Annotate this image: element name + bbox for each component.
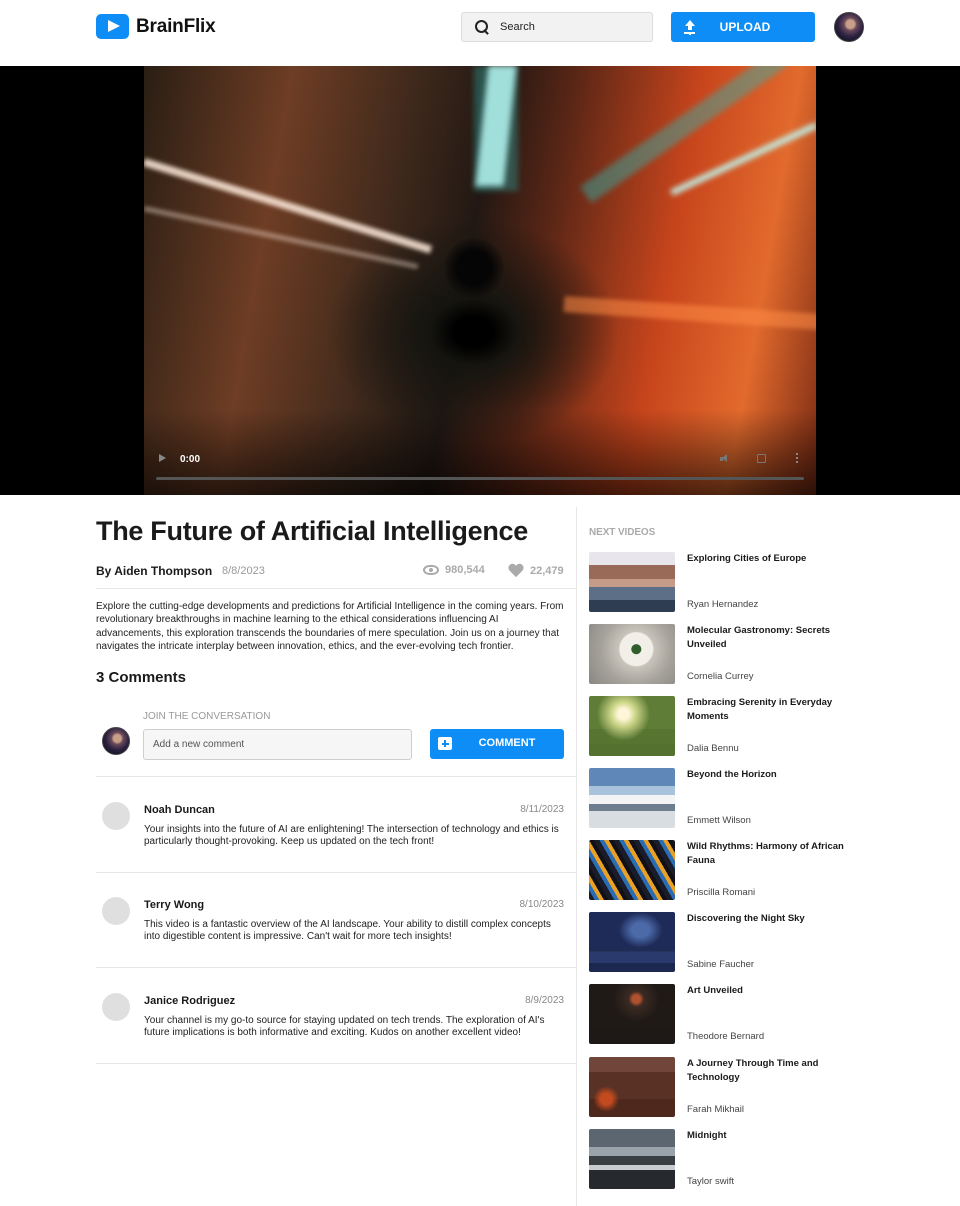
video-thumbnail[interactable] [589, 1129, 675, 1189]
next-video-author: Dalia Bennu [687, 743, 739, 754]
comment-item: Janice Rodriguez 8/9/2023 Your channel i… [96, 968, 576, 1064]
join-conversation-label: JOIN THE CONVERSATION [143, 711, 271, 722]
divider [96, 588, 576, 589]
user-avatar[interactable] [834, 12, 864, 42]
next-video-title: Beyond the Horizon [687, 769, 777, 780]
video-thumbnail[interactable] [589, 840, 675, 900]
commenter-avatar [102, 897, 130, 925]
logo-text: BrainFlix [136, 15, 216, 37]
next-video-title: Midnight [687, 1130, 727, 1141]
upload-label: UPLOAD [719, 20, 771, 34]
next-video-author: Theodore Bernard [687, 1031, 765, 1042]
likes-value: 22,479 [530, 565, 564, 577]
next-video-author: Ryan Hernandez [687, 599, 759, 610]
comments-count: 3 Comments [96, 669, 187, 686]
next-video-author: Taylor swift [687, 1176, 734, 1187]
next-video-item[interactable]: Molecular Gastronomy: Secrets Unveiled C… [589, 624, 860, 684]
video-title: The Future of Artificial Intelligence [96, 516, 528, 546]
video-thumbnail[interactable] [589, 912, 675, 972]
video-thumbnail[interactable] [589, 552, 675, 612]
next-video-author: Priscilla Romani [687, 887, 756, 898]
video-meta: By Aiden Thompson 8/8/2023 980,544 22,47… [96, 564, 564, 580]
video-thumbnail[interactable] [589, 696, 675, 756]
comment-input[interactable] [143, 729, 412, 760]
tunnel-center [444, 238, 504, 298]
header: BrainFlix UPLOAD [0, 0, 960, 56]
more-options-icon[interactable] [796, 453, 798, 455]
next-video-item[interactable]: Wild Rhythms: Harmony of African Fauna P… [589, 840, 860, 900]
commenter-name: Noah Duncan [144, 804, 215, 816]
next-video-item[interactable]: A Journey Through Time and Technology Fa… [589, 1057, 860, 1117]
comment-date: 8/9/2023 [525, 995, 564, 1006]
next-video-author: Cornelia Currey [687, 671, 754, 682]
comment-button-label: COMMENT [478, 737, 536, 749]
volume-icon[interactable] [720, 454, 730, 463]
commenter-avatar [102, 993, 130, 1021]
next-video-title: Molecular Gastronomy: Secrets Unveiled [687, 625, 831, 650]
comment-button[interactable]: COMMENT [430, 729, 564, 759]
current-user-avatar [102, 727, 130, 755]
search-box[interactable] [461, 12, 653, 42]
video-thumbnail[interactable] [589, 1057, 675, 1117]
next-video-item[interactable]: Discovering the Night Sky Sabine Faucher [589, 912, 860, 972]
comment-item: Terry Wong 8/10/2023 This video is a fan… [96, 872, 576, 968]
video-thumbnail[interactable] [589, 624, 675, 684]
video-frame[interactable]: 0:00 [144, 66, 816, 495]
video-thumbnail[interactable] [589, 984, 675, 1044]
video-date: 8/8/2023 [222, 565, 265, 577]
video-controls: 0:00 [144, 446, 816, 495]
commenter-avatar [102, 802, 130, 830]
sidebar-divider [576, 507, 577, 1206]
likes-count[interactable]: 22,479 [508, 564, 564, 578]
light-glow-teal [474, 66, 518, 191]
commenter-name: Janice Rodriguez [144, 995, 236, 1007]
next-video-title: Discovering the Night Sky [687, 913, 805, 924]
video-author: By Aiden Thompson [96, 564, 213, 578]
next-video-title: Exploring Cities of Europe [687, 553, 807, 564]
next-video-item[interactable]: Midnight Taylor swift [589, 1129, 860, 1189]
comment-text: This video is a fantastic overview of th… [144, 919, 551, 943]
comment-date: 8/11/2023 [520, 804, 564, 815]
views-value: 980,544 [445, 564, 485, 576]
next-video-item[interactable]: Embracing Serenity in Everyday Moments D… [589, 696, 860, 756]
video-description: Explore the cutting-edge developments an… [96, 601, 564, 653]
logo[interactable]: BrainFlix [96, 14, 216, 39]
next-videos-title: NEXT VIDEOS [589, 527, 656, 538]
comment-text: Your channel is my go-to source for stay… [144, 1015, 545, 1039]
video-time: 0:00 [180, 454, 201, 465]
comment-item: Noah Duncan 8/11/2023 Your insights into… [96, 777, 576, 873]
heart-icon [508, 564, 524, 578]
commenter-name: Terry Wong [144, 899, 205, 911]
search-input[interactable] [500, 21, 650, 33]
fullscreen-icon[interactable] [757, 454, 766, 463]
next-video-title: A Journey Through Time and Technology [687, 1058, 819, 1083]
play-logo-icon [96, 14, 129, 39]
video-thumbnail[interactable] [589, 768, 675, 828]
upload-button[interactable]: UPLOAD [671, 12, 815, 42]
comment-text: Your insights into the future of AI are … [144, 824, 559, 848]
next-video-author: Sabine Faucher [687, 959, 755, 970]
next-video-item[interactable]: Beyond the Horizon Emmett Wilson [589, 768, 860, 828]
light-streak-teal-right [670, 122, 816, 196]
search-icon [475, 20, 489, 34]
next-video-author: Emmett Wilson [687, 815, 751, 826]
video-progress-bar[interactable] [156, 477, 804, 480]
play-icon[interactable] [159, 454, 166, 462]
next-video-item[interactable]: Art Unveiled Theodore Bernard [589, 984, 860, 1044]
video-player: 0:00 [0, 66, 960, 495]
eye-icon [423, 565, 439, 575]
next-video-title: Art Unveiled [687, 985, 743, 996]
views-count: 980,544 [423, 564, 485, 576]
next-video-author: Farah Mikhail [687, 1104, 745, 1115]
light-streak-orange [563, 296, 816, 331]
next-video-title: Embracing Serenity in Everyday Moments [687, 697, 833, 722]
next-video-title: Wild Rhythms: Harmony of African Fauna [687, 841, 844, 866]
comment-date: 8/10/2023 [519, 899, 565, 910]
next-video-item[interactable]: Exploring Cities of Europe Ryan Hernande… [589, 552, 860, 612]
